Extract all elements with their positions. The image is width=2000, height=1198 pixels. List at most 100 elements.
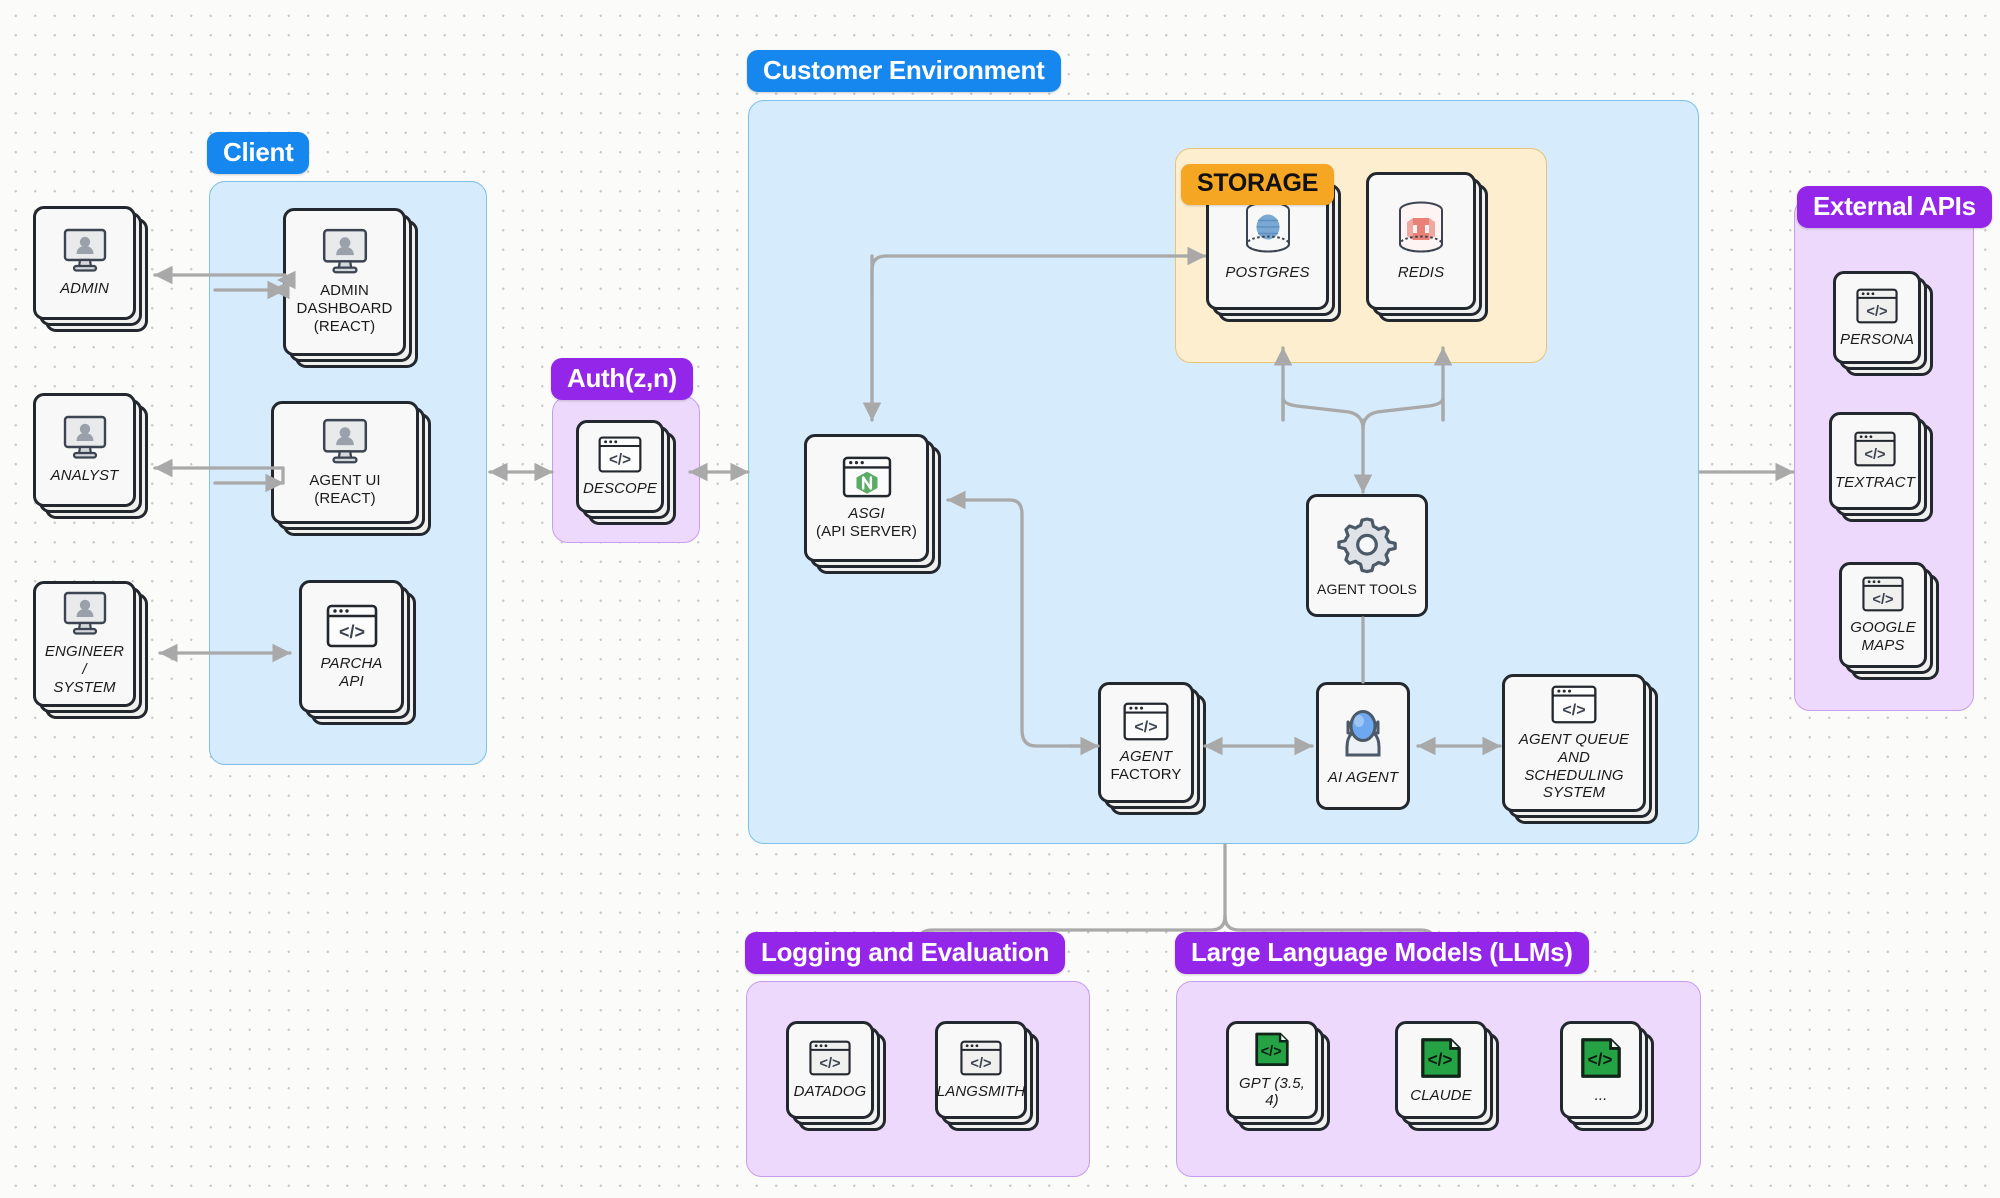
code-file-green-icon: </>	[1421, 1038, 1461, 1078]
svg-text:</>: </>	[1261, 1044, 1282, 1060]
node-label: ADMIN	[60, 280, 109, 298]
svg-text:</>: </>	[970, 1056, 991, 1072]
code-window-icon: </>	[1854, 431, 1896, 467]
node-agent-ui[interactable]: AGENT UI (REACT)	[271, 401, 431, 536]
card-face: </> AGENT QUEUE AND SCHEDULING SYSTEM	[1502, 674, 1646, 812]
group-label-external-apis: External APIs	[1797, 186, 1992, 228]
node-engineer-system[interactable]: ENGINEER / SYSTEM	[33, 581, 148, 719]
node-label: ADMIN DASHBOARD (REACT)	[296, 282, 393, 335]
node-label: AGENT FACTORY	[1110, 748, 1182, 783]
node-textract[interactable]: </> TEXTRACT	[1829, 412, 1933, 522]
user-monitor-icon	[63, 415, 106, 459]
code-window-icon: </>	[960, 1040, 1002, 1076]
card-face: </> PERSONA	[1833, 271, 1921, 364]
node-parcha-api[interactable]: </> PARCHA API	[299, 580, 416, 725]
code-window-icon: </>	[1551, 685, 1597, 724]
card-face: </> LANGSMITH	[935, 1021, 1027, 1119]
svg-text:</>: </>	[1866, 303, 1887, 319]
card-face: </> GPT (3.5, 4)	[1226, 1021, 1318, 1119]
database-cylinder-red-icon	[1399, 201, 1443, 253]
svg-text:</>: </>	[1872, 592, 1893, 608]
node-agent-tools[interactable]: AGENT TOOLS	[1306, 494, 1428, 617]
node-agent-queue-scheduling[interactable]: </> AGENT QUEUE AND SCHEDULING SYSTEM	[1502, 674, 1658, 824]
user-monitor-icon	[63, 592, 106, 636]
svg-text:</>: </>	[338, 622, 364, 642]
group-label-client: Client	[207, 132, 310, 174]
node-label: DESCOPE	[582, 480, 658, 498]
code-window-icon: </>	[598, 436, 642, 473]
node-label: AI AGENT	[1327, 769, 1399, 787]
card-face: ADMIN	[33, 206, 136, 320]
node-claude[interactable]: </> CLAUDE	[1395, 1021, 1499, 1131]
group-label-logging: Logging and Evaluation	[745, 932, 1066, 974]
code-window-icon: </>	[1862, 576, 1904, 612]
node-descope[interactable]: </> DESCOPE	[576, 420, 676, 525]
card-face: AI AGENT	[1316, 682, 1410, 810]
node-persona[interactable]: </> PERSONA	[1833, 271, 1933, 376]
group-label-auth: Auth(z,n)	[551, 358, 693, 400]
user-monitor-icon	[322, 418, 368, 464]
code-window-icon: </>	[1856, 288, 1898, 324]
node-label: LANGSMITH	[936, 1083, 1026, 1101]
node-admin[interactable]: ADMIN	[33, 206, 148, 332]
node-redis[interactable]: REDIS	[1366, 172, 1488, 322]
card-face: </> TEXTRACT	[1829, 412, 1921, 510]
svg-text:</>: </>	[609, 452, 631, 469]
card-face: </> ...	[1560, 1021, 1642, 1119]
svg-text:</>: </>	[1588, 1050, 1613, 1070]
card-face: </> PARCHA API	[299, 580, 404, 713]
node-label: ...	[1594, 1087, 1608, 1105]
node-label: ENGINEER / SYSTEM	[44, 643, 125, 696]
svg-text:</>: </>	[819, 1056, 840, 1072]
card-face: </> DESCOPE	[576, 420, 664, 513]
code-window-icon: </>	[326, 604, 377, 648]
card-face: ANALYST	[33, 393, 136, 507]
agent-avatar-icon	[1345, 710, 1381, 757]
svg-text:</>: </>	[1864, 447, 1885, 463]
group-label-llms: Large Language Models (LLMs)	[1175, 932, 1589, 974]
node-label: AGENT UI (REACT)	[309, 471, 381, 507]
node-datadog[interactable]: </> DATADOG	[786, 1021, 886, 1131]
node-agent-factory[interactable]: </> AGENT FACTORY	[1098, 682, 1206, 815]
node-label: ANALYST	[50, 467, 119, 485]
node-gpt[interactable]: </> GPT (3.5, 4)	[1226, 1021, 1330, 1131]
card-face: ENGINEER / SYSTEM	[33, 581, 136, 707]
card-face: AGENT TOOLS	[1306, 494, 1428, 617]
node-admin-dashboard[interactable]: ADMIN DASHBOARD (REACT)	[283, 208, 418, 368]
node-label: GOOGLE MAPS	[1850, 619, 1916, 654]
node-label: CLAUDE	[1410, 1087, 1472, 1105]
code-window-icon: </>	[809, 1040, 851, 1076]
node-label: AGENT TOOLS	[1317, 581, 1417, 598]
card-face: </> AGENT FACTORY	[1098, 682, 1194, 803]
card-face: </> GOOGLE MAPS	[1839, 562, 1927, 668]
code-window-icon: </>	[1123, 702, 1169, 741]
node-langsmith[interactable]: </> LANGSMITH	[935, 1021, 1039, 1131]
svg-text:</>: </>	[1428, 1050, 1453, 1070]
node-label: AGENT QUEUE AND SCHEDULING SYSTEM	[1518, 731, 1630, 802]
card-face: ASGI (API SERVER)	[804, 434, 929, 562]
node-asgi-api-server[interactable]: ASGI (API SERVER)	[804, 434, 941, 574]
user-monitor-icon	[63, 228, 106, 272]
node-label: GPT (3.5, 4)	[1239, 1074, 1305, 1110]
code-file-green-icon: </>	[1255, 1032, 1289, 1066]
node-label: TEXTRACT	[1835, 474, 1915, 492]
node-ai-agent[interactable]: AI AGENT	[1316, 682, 1410, 810]
card-face: ADMIN DASHBOARD (REACT)	[283, 208, 406, 356]
svg-text:</>: </>	[1562, 702, 1585, 719]
gear-icon	[1337, 517, 1397, 574]
card-face: </> CLAUDE	[1395, 1021, 1487, 1119]
card-face: REDIS	[1366, 172, 1476, 310]
user-monitor-icon	[322, 229, 367, 274]
database-cylinder-blue-icon	[1245, 201, 1290, 253]
node-label: POSTGRES	[1225, 264, 1310, 282]
card-face: </> DATADOG	[786, 1021, 874, 1119]
card-face: AGENT UI (REACT)	[271, 401, 419, 524]
node-label: REDIS	[1397, 264, 1445, 282]
nginx-window-icon	[842, 456, 891, 498]
node-other-llm[interactable]: </> ...	[1560, 1021, 1654, 1131]
code-file-green-icon: </>	[1581, 1038, 1621, 1078]
group-label-customer-environment: Customer Environment	[747, 50, 1061, 92]
svg-text:</>: </>	[1134, 719, 1157, 736]
node-google-maps[interactable]: </> GOOGLE MAPS	[1839, 562, 1939, 680]
node-analyst[interactable]: ANALYST	[33, 393, 148, 519]
